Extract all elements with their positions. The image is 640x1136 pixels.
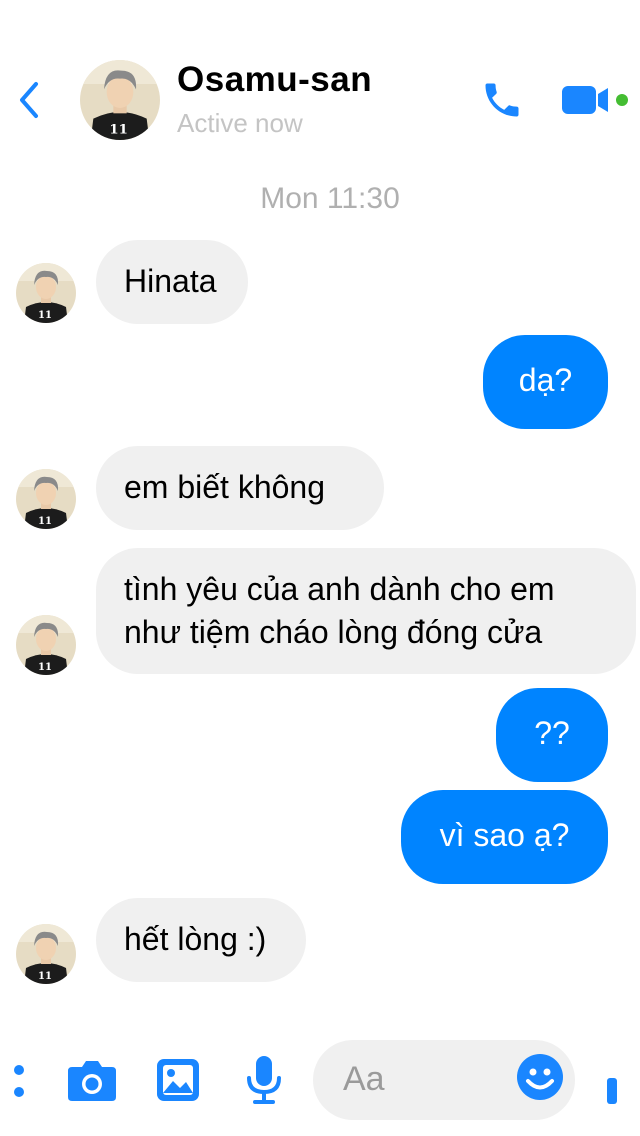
camera-icon[interactable] — [66, 1057, 118, 1103]
microphone-icon[interactable] — [244, 1054, 284, 1106]
chat-header: Osamu-san Active now — [0, 0, 640, 160]
incoming-message[interactable]: hết lòng :) — [96, 898, 306, 982]
message-text: Hinata — [124, 263, 217, 299]
active-status: Active now — [177, 108, 303, 138]
composer-toolbar: Aa — [0, 1030, 640, 1136]
message-input-placeholder: Aa — [343, 1060, 385, 1098]
back-chevron-icon[interactable] — [14, 80, 46, 120]
sender-avatar — [16, 615, 76, 675]
message-text: dạ? — [518, 362, 573, 398]
sender-avatar — [16, 469, 76, 529]
sender-avatar — [16, 263, 76, 323]
gallery-icon[interactable] — [155, 1057, 201, 1103]
message-line: như tiệm cháo lòng đóng cửa — [124, 614, 543, 650]
outgoing-message[interactable]: dạ? — [483, 335, 608, 429]
phone-icon[interactable] — [480, 78, 524, 122]
message-timestamp: Mon 11:30 — [260, 182, 400, 215]
sender-avatar — [16, 924, 76, 984]
message-text: ?? — [534, 715, 570, 751]
message-text: em biết không — [124, 469, 326, 505]
incoming-message[interactable]: Hinata — [96, 240, 248, 324]
outgoing-message[interactable]: vì sao ạ? — [401, 790, 608, 884]
message-input[interactable]: Aa — [313, 1040, 575, 1120]
contact-name[interactable]: Osamu-san — [177, 60, 372, 100]
incoming-message[interactable]: em biết không — [96, 446, 384, 530]
video-camera-icon[interactable] — [560, 80, 630, 120]
like-icon[interactable] — [605, 1076, 619, 1106]
message-line: tình yêu của anh dành cho em — [124, 571, 555, 607]
emoji-icon[interactable] — [515, 1052, 565, 1102]
incoming-message[interactable]: tình yêu của anh dành cho em như tiệm ch… — [96, 548, 636, 674]
outgoing-message[interactable]: ?? — [496, 688, 608, 782]
contact-avatar[interactable] — [80, 60, 160, 140]
message-text: hết lòng :) — [124, 921, 267, 957]
message-text: vì sao ạ? — [439, 817, 570, 853]
more-icon[interactable] — [12, 1060, 26, 1104]
